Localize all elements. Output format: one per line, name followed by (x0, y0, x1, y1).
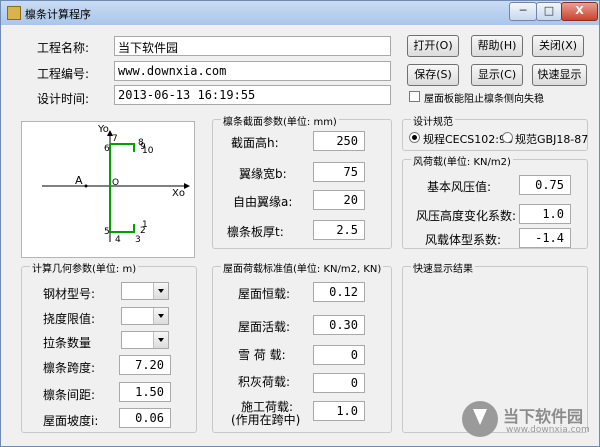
close-window-button[interactable]: X (561, 2, 598, 21)
roof-slope-field[interactable]: 0.06 (119, 408, 171, 428)
shape-factor-label: 风载体型系数: (425, 233, 502, 247)
free-flange-label: 自由翼缘a: (233, 195, 293, 209)
diagram-point-label: 4 (115, 235, 121, 245)
chevron-down-icon[interactable] (153, 332, 168, 348)
free-flange-field[interactable]: 20 (313, 190, 365, 210)
section-height-field[interactable]: 250 (313, 131, 365, 151)
quick-result-title: 快速显示结果 (411, 260, 475, 275)
code-gbj-label: 规范GBJ18-87 (515, 133, 589, 146)
snow-load-field[interactable]: 0 (313, 345, 365, 365)
roof-slope-label: 屋面坡度i: (43, 414, 99, 428)
flange-width-label: 翼缘宽b: (239, 167, 287, 181)
window-title: 檩条计算程序 (25, 8, 91, 21)
roof-restrain-checkbox[interactable] (409, 91, 420, 102)
geometry-params-title: 计算几何参数(单位: m) (30, 260, 139, 275)
purlin-span-label: 檩条跨度: (43, 361, 96, 375)
snow-load-label: 雪 荷 载: (238, 348, 286, 362)
diagram-point-label: 6 (104, 144, 110, 154)
diagram-point-label: 5 (104, 227, 110, 237)
origin-label: O (112, 178, 120, 188)
download-icon (462, 401, 498, 437)
watermark-url: www.downxia.com (506, 425, 590, 435)
watermark-text: 当下软件园 (503, 407, 584, 426)
construction-load-field[interactable]: 1.0 (313, 401, 365, 421)
purlin-span-field[interactable]: 7.20 (119, 355, 171, 375)
project-number-label: 工程编号: (37, 67, 90, 81)
design-code-title: 设计规范 (411, 113, 455, 128)
thickness-field[interactable]: 2.5 (313, 220, 365, 240)
construction-load-note: (作用在跨中) (231, 413, 301, 427)
tie-count-select[interactable] (121, 331, 169, 349)
quick-display-button[interactable]: 快速显示 (532, 64, 587, 86)
design-time-field[interactable]: 2013-06-13 16:19:55 (114, 85, 391, 105)
ash-load-label: 积灰荷载: (238, 375, 291, 389)
purlin-profile-lower (109, 144, 135, 233)
design-time-label: 设计时间: (37, 92, 90, 106)
dead-load-field[interactable]: 0.12 (313, 282, 365, 302)
live-load-field[interactable]: 0.30 (313, 315, 365, 335)
minimize-button[interactable]: ─ (509, 2, 537, 21)
deflection-limit-select[interactable] (121, 307, 169, 325)
section-diagram: Yo Xo A O 6 7 8 9 10 5 4 3 2 1 (21, 121, 195, 258)
steel-grade-select[interactable] (121, 282, 169, 300)
point-a-marker (84, 184, 88, 188)
purlin-spacing-field[interactable]: 1.50 (119, 382, 171, 402)
basic-wind-label: 基本风压值: (427, 180, 492, 194)
maximize-button[interactable]: □ (536, 2, 562, 21)
main-window: 檩条计算程序 ─ □ X 工程名称: 当下软件园 工程编号: www.downx… (0, 0, 600, 447)
diagram-point-label: 7 (112, 134, 118, 144)
wind-load-title: 风荷载(单位: KN/m2) (411, 153, 513, 168)
deflection-limit-label: 挠度限值: (43, 312, 96, 326)
section-params-title: 檩条截面参数(单位: mm) (221, 113, 339, 128)
dead-load-label: 屋面恒载: (238, 287, 291, 301)
roof-loads-title: 屋面荷载标准值(单位: KN/m2, KN) (221, 260, 384, 275)
purlin-profile-upper (110, 143, 135, 152)
live-load-label: 屋面活载: (238, 320, 291, 334)
diagram-point-label: 1 (142, 220, 148, 230)
code-cecs-radio[interactable] (409, 132, 420, 143)
x-axis-label: Xo (172, 188, 185, 199)
height-factor-label: 风压高度变化系数: (416, 209, 517, 223)
ash-load-field[interactable]: 0 (313, 373, 365, 393)
display-button[interactable]: 显示(C) (471, 64, 523, 86)
basic-wind-field[interactable]: 0.75 (519, 175, 571, 195)
flange-width-field[interactable]: 75 (313, 162, 365, 182)
code-cecs-label: 规程CECS102:98 (423, 133, 513, 146)
section-height-label: 截面高h: (231, 136, 279, 150)
roof-restrain-label: 屋面板能阻止檩条侧向失稳 (424, 94, 544, 105)
project-name-label: 工程名称: (37, 41, 90, 55)
code-gbj-radio[interactable] (502, 132, 513, 143)
purlin-spacing-label: 檩条间距: (43, 388, 96, 402)
diagram-point-label: 3 (135, 235, 141, 245)
close-button[interactable]: 关闭(X) (532, 35, 584, 57)
steel-grade-label: 钢材型号: (43, 287, 96, 301)
shape-factor-field[interactable]: -1.4 (519, 228, 571, 248)
title-bar[interactable]: 檩条计算程序 ─ □ X (1, 1, 599, 25)
point-a-label: A (75, 174, 83, 187)
chevron-down-icon[interactable] (153, 283, 168, 299)
project-name-field[interactable]: 当下软件园 (114, 36, 391, 56)
watermark-logo: 当下软件园 www.downxia.com (462, 401, 592, 439)
save-button[interactable]: 保存(S) (407, 64, 459, 86)
open-button[interactable]: 打开(O) (407, 35, 459, 57)
tie-count-label: 拉条数量 (43, 336, 92, 350)
y-axis-label: Yo (98, 124, 109, 135)
thickness-label: 檩条板厚t: (227, 225, 284, 239)
diagram-point-label: 10 (142, 146, 154, 156)
chevron-down-icon[interactable] (153, 308, 168, 324)
help-button[interactable]: 帮助(H) (471, 35, 523, 57)
project-number-field[interactable]: www.downxia.com (114, 61, 391, 81)
app-icon (7, 6, 21, 20)
height-factor-field[interactable]: 1.0 (519, 204, 571, 224)
